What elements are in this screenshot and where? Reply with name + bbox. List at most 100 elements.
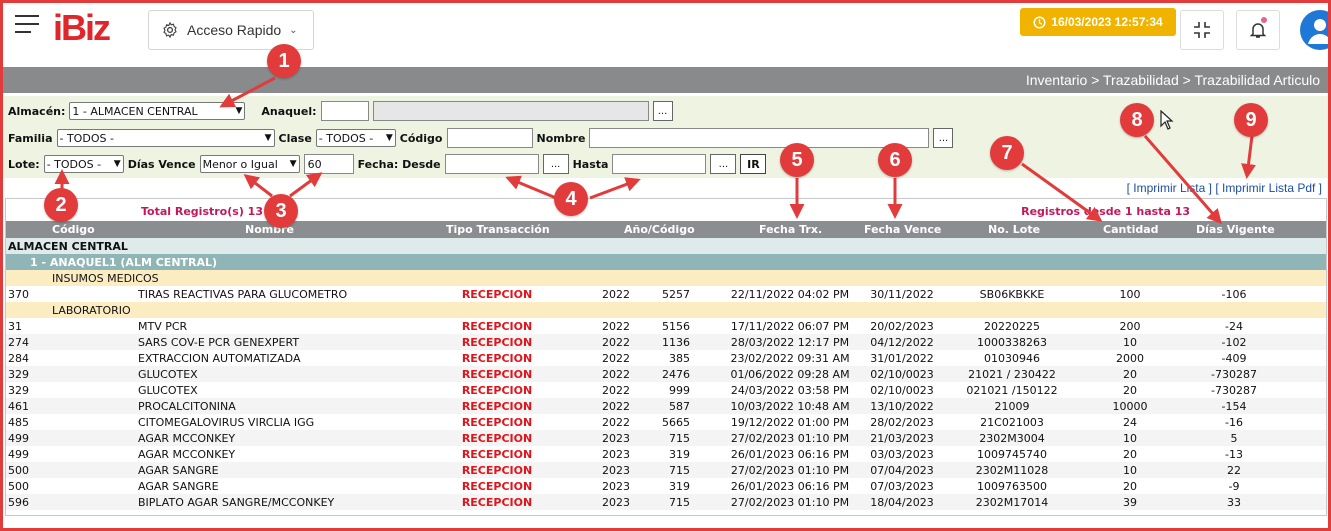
cell-tipo-transaccion: RECEPCION [461,288,533,301]
header-anio-codigo[interactable]: Año/Código [624,223,695,236]
ir-button[interactable]: IR [740,154,767,174]
cell-tipo-transaccion: RECEPCION [461,368,533,381]
cell-codigo: 596 [8,496,29,509]
cell-codigo: 329 [8,368,29,381]
cell-codigo-transaccion: 715 [669,432,690,445]
header-cantidad[interactable]: Cantidad [1103,223,1159,236]
cell-tipo-transaccion: RECEPCION [461,448,533,461]
user-avatar[interactable] [1300,10,1331,50]
header-fecha-trx[interactable]: Fecha Trx. [759,223,822,236]
cell-codigo: 499 [8,448,29,461]
cell-cantidad: 100 [1119,288,1141,301]
cell-dias-vigente: -409 [1221,352,1247,365]
cell-codigo-transaccion: 715 [669,496,690,509]
fecha-desde-input[interactable] [444,154,539,174]
cell-codigo-transaccion: 5257 [662,288,690,301]
anaquel-input[interactable] [320,101,369,121]
gear-icon [163,21,177,39]
cell-fecha-trx: 23/02/2022 09:31 AM [730,352,850,365]
cell-fecha-vence: 21/03/2023 [870,432,934,445]
nombre-search-button[interactable]: ... [933,128,954,148]
cell-dias-vigente: -102 [1221,336,1247,349]
chevron-down-icon: ⌄ [289,24,298,36]
annotation-5: 5 [780,143,814,177]
cell-tipo-transaccion: RECEPCION [461,352,533,365]
almacen-select[interactable]: 1 - ALMACEN CENTRAL ▼ [69,102,246,120]
cell-cantidad: 10 [1123,432,1137,445]
header-dias-vigente[interactable]: Días Vigente [1196,223,1275,236]
header-tipo[interactable]: Tipo Transacción [446,223,550,236]
menu-icon[interactable] [15,15,39,33]
cell-codigo-transaccion: 319 [669,448,690,461]
cell-tipo-transaccion: RECEPCION [461,480,533,493]
header-fecha-vence[interactable]: Fecha Vence [864,223,941,236]
cell-nombre: BIPLATO AGAR SANGRE/MCCONKEY [138,496,335,509]
cell-no-lote: 20220225 [984,320,1040,333]
cell-fecha-vence: 02/10/0023 [870,368,934,381]
cell-codigo: 500 [8,480,29,493]
annotation-3: 3 [264,194,298,228]
table-header: Código Nombre Tipo Transacción Año/Códig… [6,221,1326,238]
cell-codigo: 329 [8,384,29,397]
nombre-label: Nombre [536,131,586,145]
lote-select[interactable]: - TODOS - ▼ [43,155,124,173]
cell-no-lote: 2302M17014 [975,496,1049,509]
fecha-desde-label: Fecha: Desde [357,157,441,171]
cell-nombre: AGAR SANGRE [138,464,219,477]
cell-fecha-vence: 07/03/2023 [870,480,934,493]
clase-select[interactable]: - TODOS - ▼ [315,129,396,147]
chevron-down-icon: ▼ [385,133,393,143]
anaquel-description-field [372,101,649,121]
cell-fecha-trx: 10/03/2022 10:48 AM [730,400,850,413]
fullscreen-button[interactable] [1180,10,1224,50]
anaquel-search-button[interactable]: ... [652,101,673,121]
cell-no-lote: 21C021003 [980,416,1044,429]
cell-tipo-transaccion: RECEPCION [461,432,533,445]
familia-select[interactable]: - TODOS - ▼ [56,129,275,147]
cell-dias-vigente: 33 [1227,496,1241,509]
dias-vence-label: Días Vence [127,157,196,171]
cell-fecha-vence: 30/11/2022 [870,288,934,301]
chevron-down-icon: ▼ [113,159,121,169]
dias-vence-input[interactable]: 60 [303,154,354,174]
top-bar: iBiz Acceso Rapido ⌄ 16/03/2023 12:57:34 [3,3,1331,65]
fecha-hasta-picker-button[interactable]: ... [710,154,737,174]
header-codigo[interactable]: Código [52,223,95,236]
fecha-hasta-input[interactable] [612,154,707,174]
logo: iBiz [53,7,111,48]
table-row: 31 MTV PCR RECEPCION 2022 5156 17/11/2022 06:… [6,318,1326,334]
cell-fecha-trx: 24/03/2022 03:58 PM [730,384,850,397]
cell-anio: 2022 [602,336,630,349]
notifications-button[interactable] [1236,10,1280,50]
cell-codigo-transaccion: 999 [669,384,690,397]
cell-fecha-trx: 27/02/2023 01:10 PM [730,464,850,477]
dias-vence-operator-select[interactable]: Menor o Igual ▼ [199,155,300,173]
group-row-anaquel: 1 - ANAQUEL1 (ALM CENTRAL) [6,254,1326,270]
familia-value: - TODOS - [59,131,114,145]
collapse-icon [1194,22,1210,38]
cell-fecha-vence: 18/04/2023 [870,496,934,509]
annotation-6: 6 [878,143,912,177]
cell-fecha-trx: 19/12/2022 01:00 PM [730,416,850,429]
cell-codigo-transaccion: 5156 [662,320,690,333]
cell-dias-vigente: -9 [1228,480,1240,493]
cell-cantidad: 10 [1123,464,1137,477]
fecha-desde-picker-button[interactable]: ... [542,154,569,174]
imprimir-lista-link[interactable]: [ Imprimir Lista ] [1127,181,1212,195]
cell-anio: 2023 [602,480,630,493]
cell-anio: 2022 [602,320,630,333]
cell-fecha-vence: 07/04/2023 [870,464,934,477]
cell-cantidad: 24 [1123,416,1137,429]
codigo-input[interactable] [446,128,533,148]
imprimir-lista-pdf-link[interactable]: [ Imprimir Lista Pdf ] [1215,181,1322,195]
nombre-input[interactable] [589,128,930,148]
user-icon [1308,19,1331,44]
table-row: 370 TIRAS REACTIVAS PARA GLUCOMETRO RECEPC… [6,286,1326,302]
header-no-lote[interactable]: No. Lote [988,223,1040,236]
cell-no-lote: 1000338263 [977,336,1047,349]
cell-fecha-trx: 28/03/2022 12:17 PM [730,336,850,349]
cell-fecha-trx: 27/02/2023 01:10 PM [730,496,850,509]
table-row: 461 PROCALCITONINA RECEPCION 2022 587 10/03/2… [6,398,1326,414]
group-row-familia: INSUMOS MEDICOS [6,270,1326,286]
cell-fecha-trx: 22/11/2022 04:02 PM [730,288,850,301]
